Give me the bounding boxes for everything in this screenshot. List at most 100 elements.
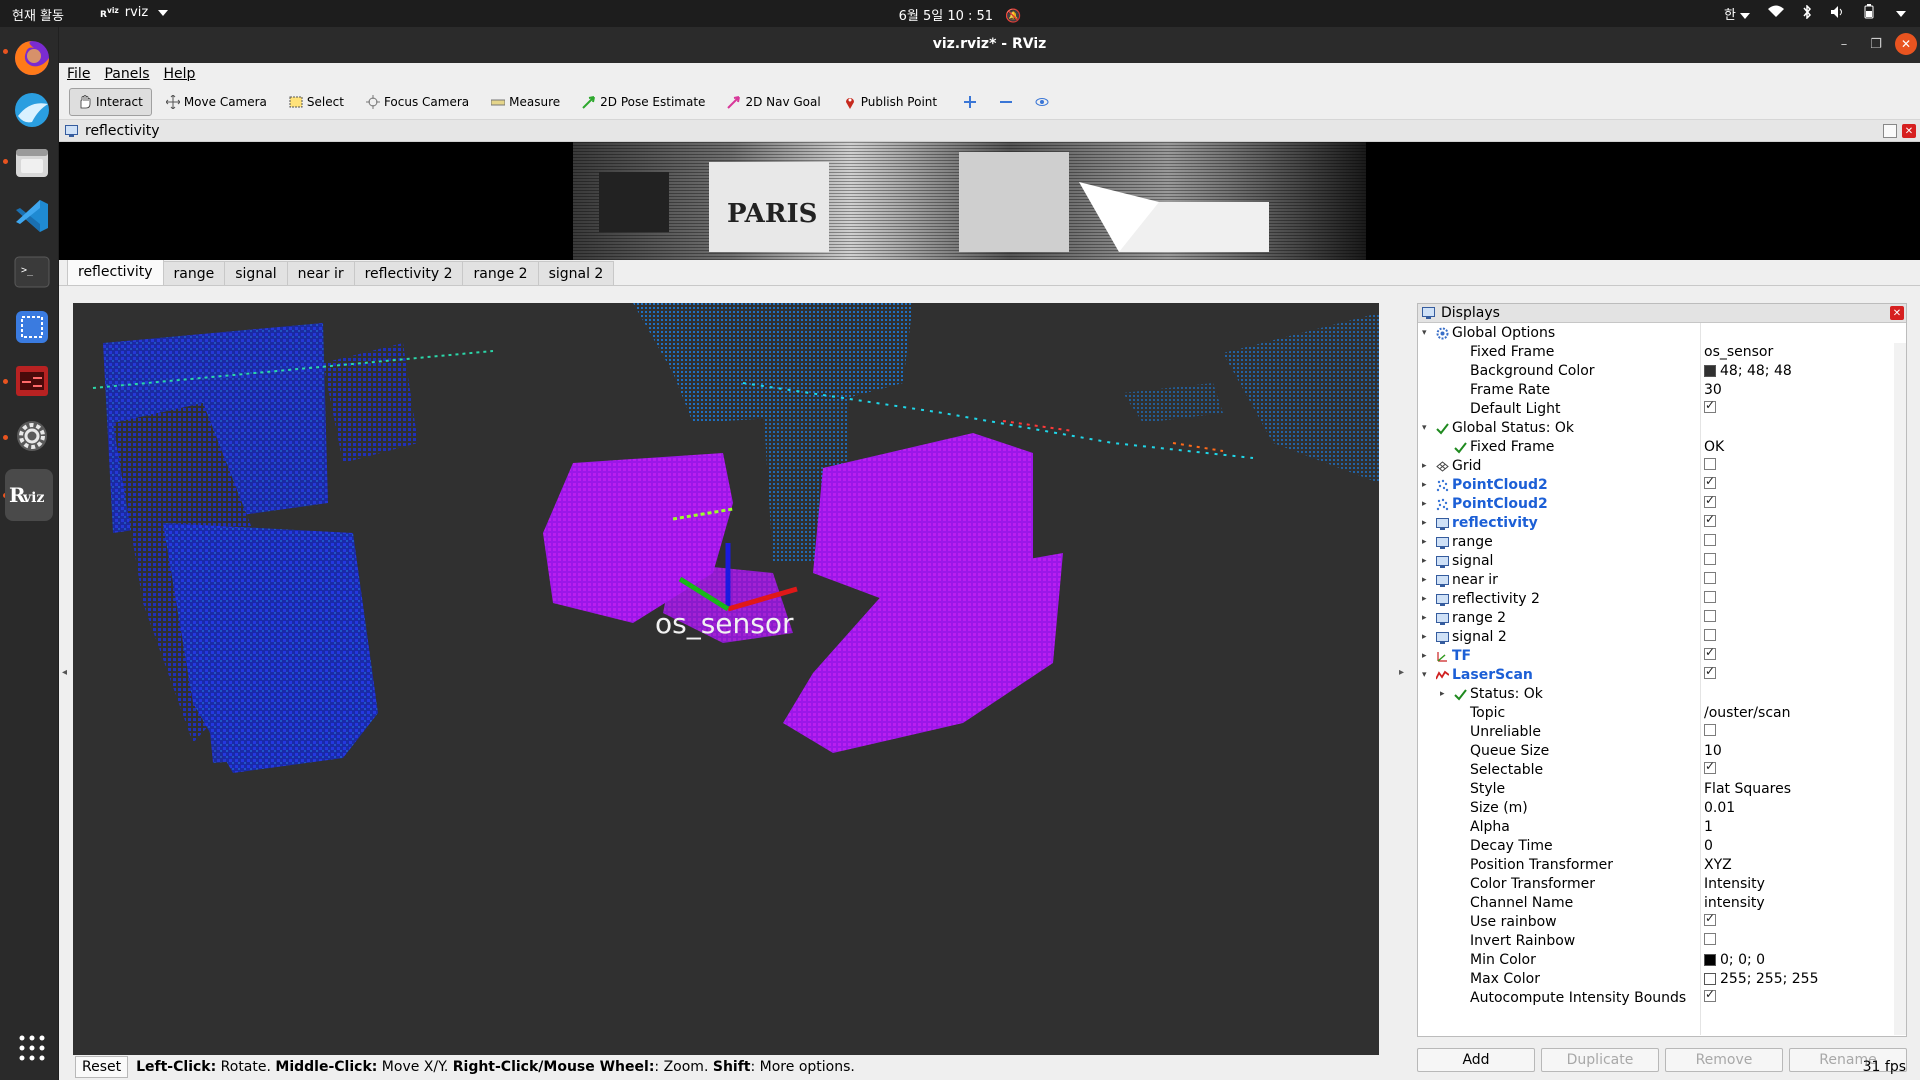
color-swatch[interactable] (1704, 954, 1716, 966)
display-row-value[interactable] (1704, 645, 1720, 660)
pose-estimate-tool-button[interactable]: 2D Pose Estimate (574, 88, 713, 116)
enable-checkbox[interactable] (1704, 987, 1716, 1002)
display-row-value[interactable] (1704, 493, 1720, 508)
display-row-value[interactable] (1704, 591, 1720, 603)
display-row-default-light[interactable]: Default Light (1418, 398, 1906, 419)
display-row-unreliable[interactable]: Unreliable (1418, 723, 1906, 742)
menu-panels[interactable]: Panels (104, 66, 149, 82)
display-row-value[interactable] (1704, 610, 1720, 622)
display-row-selectable[interactable]: Selectable (1418, 759, 1906, 780)
color-swatch[interactable] (1704, 365, 1716, 377)
expand-right-arrow-icon[interactable]: ▸ (1422, 613, 1432, 623)
menu-file[interactable]: File (67, 66, 90, 82)
close-button[interactable]: ✕ (1895, 33, 1917, 55)
move-camera-tool-button[interactable]: Move Camera (158, 88, 275, 116)
display-row-value[interactable]: intensity (1704, 895, 1765, 911)
minimize-button[interactable]: – (1833, 33, 1855, 55)
display-row-value[interactable] (1704, 933, 1720, 945)
display-row-grid[interactable]: ▸ Grid (1418, 457, 1906, 476)
nav-goal-tool-button[interactable]: 2D Nav Goal (719, 88, 828, 116)
screenshot-icon[interactable] (9, 304, 55, 350)
display-row-value[interactable]: XYZ (1704, 857, 1732, 873)
input-method-indicator[interactable]: 한 (1724, 4, 1750, 23)
display-row-channel-name[interactable]: Channel Name intensity (1418, 894, 1906, 913)
display-row-global-status[interactable]: ▾ Global Status: Ok (1418, 419, 1906, 438)
tab-signal-2[interactable]: signal 2 (537, 261, 615, 285)
display-row-value[interactable]: os_sensor (1704, 344, 1773, 360)
display-row-laserscan-status[interactable]: ▸ Status: Ok (1418, 685, 1906, 704)
left-splitter-handle[interactable]: ◂ (62, 667, 67, 678)
files-icon[interactable] (9, 139, 55, 185)
expand-right-arrow-icon[interactable]: ▸ (1422, 594, 1432, 604)
app-menu[interactable]: Rviz rviz (100, 5, 169, 20)
display-row-value[interactable]: OK (1704, 439, 1724, 455)
enable-checkbox[interactable] (1704, 664, 1716, 679)
display-row-min-color[interactable]: Min Color 0; 0; 0 (1418, 951, 1906, 970)
display-row-fixed-frame-status[interactable]: Fixed Frame OK (1418, 438, 1906, 457)
display-row-color-transformer[interactable]: Color Transformer Intensity (1418, 875, 1906, 894)
display-row-value[interactable]: 0; 0; 0 (1704, 952, 1765, 968)
enable-checkbox[interactable] (1704, 629, 1716, 641)
focus-camera-tool-button[interactable]: Focus Camera (358, 88, 477, 116)
clock[interactable]: 6월 5일 10 : 51 (899, 9, 993, 24)
display-row-autocompute-intensity-bounds[interactable]: Autocompute Intensity Bounds (1418, 987, 1906, 1008)
menu-help[interactable]: Help (164, 66, 196, 82)
display-row-value[interactable]: Intensity (1704, 876, 1765, 892)
enable-checkbox[interactable] (1704, 610, 1716, 622)
display-row-signal[interactable]: ▸ signal (1418, 552, 1906, 571)
expand-right-arrow-icon[interactable]: ▸ (1422, 518, 1432, 528)
display-row-use-rainbow[interactable]: Use rainbow (1418, 911, 1906, 932)
display-row-range-2[interactable]: ▸ range 2 (1418, 609, 1906, 628)
3d-viewport[interactable]: os_sensor (73, 303, 1379, 1055)
expand-right-arrow-icon[interactable]: ▸ (1440, 689, 1450, 699)
publish-point-tool-button[interactable]: Publish Point (835, 88, 945, 116)
expand-down-arrow-icon[interactable]: ▾ (1422, 670, 1432, 680)
enable-checkbox[interactable] (1704, 911, 1716, 926)
show-apps-grid-icon[interactable] (9, 1025, 55, 1071)
display-row-max-color[interactable]: Max Color 255; 255; 255 (1418, 970, 1906, 989)
display-row-pointcloud2[interactable]: ▸ PointCloud2 (1418, 474, 1906, 495)
enable-checkbox[interactable] (1704, 724, 1716, 736)
tab-signal[interactable]: signal (224, 261, 288, 285)
right-splitter-handle[interactable]: ▸ (1399, 667, 1404, 678)
display-row-value[interactable]: 255; 255; 255 (1704, 971, 1819, 987)
firefox-icon[interactable] (9, 35, 55, 81)
vscode-icon[interactable] (9, 193, 55, 239)
display-row-value[interactable] (1704, 911, 1720, 926)
display-row-signal-2[interactable]: ▸ signal 2 (1418, 628, 1906, 647)
expand-right-arrow-icon[interactable]: ▸ (1422, 651, 1432, 661)
activities-button[interactable]: 현재 활동 (12, 5, 64, 24)
display-row-fixed-frame[interactable]: Fixed Frame os_sensor (1418, 343, 1906, 362)
display-row-invert-rainbow[interactable]: Invert Rainbow (1418, 932, 1906, 951)
displays-close-button[interactable]: ✕ (1890, 306, 1904, 320)
enable-checkbox[interactable] (1704, 534, 1716, 546)
display-row-decay-time[interactable]: Decay Time 0 (1418, 837, 1906, 856)
enable-checkbox[interactable] (1704, 493, 1716, 508)
display-row-value[interactable] (1704, 474, 1720, 489)
display-row-queue-size[interactable]: Queue Size 10 (1418, 742, 1906, 761)
display-row-value[interactable] (1704, 724, 1720, 736)
display-row-value[interactable]: 48; 48; 48 (1704, 363, 1792, 379)
enable-checkbox[interactable] (1704, 474, 1716, 489)
expand-right-arrow-icon[interactable]: ▸ (1422, 575, 1432, 585)
enable-checkbox[interactable] (1704, 398, 1716, 413)
enable-checkbox[interactable] (1704, 591, 1716, 603)
enable-checkbox[interactable] (1704, 458, 1716, 470)
display-row-value[interactable] (1704, 553, 1720, 565)
enable-checkbox[interactable] (1704, 933, 1716, 945)
enable-checkbox[interactable] (1704, 645, 1716, 660)
display-row-style[interactable]: Style Flat Squares (1418, 780, 1906, 799)
tab-range[interactable]: range (162, 261, 226, 285)
display-row-background-color[interactable]: Background Color 48; 48; 48 (1418, 362, 1906, 381)
display-row-value[interactable] (1704, 759, 1720, 774)
interact-tool-button[interactable]: Interact (69, 88, 152, 116)
window-titlebar[interactable]: viz.rviz* - RViz – ❐ ✕ (59, 27, 1920, 63)
terminal-icon[interactable]: >_ (9, 249, 55, 295)
panel-undock-button[interactable] (1883, 124, 1897, 138)
select-tool-button[interactable]: Select (281, 88, 352, 116)
display-row-position-transformer[interactable]: Position Transformer XYZ (1418, 856, 1906, 875)
tool-properties-button[interactable] (1027, 88, 1057, 116)
thunderbird-icon[interactable] (9, 87, 55, 133)
display-row-reflectivity-2[interactable]: ▸ reflectivity 2 (1418, 590, 1906, 609)
display-row-value[interactable] (1704, 512, 1720, 527)
